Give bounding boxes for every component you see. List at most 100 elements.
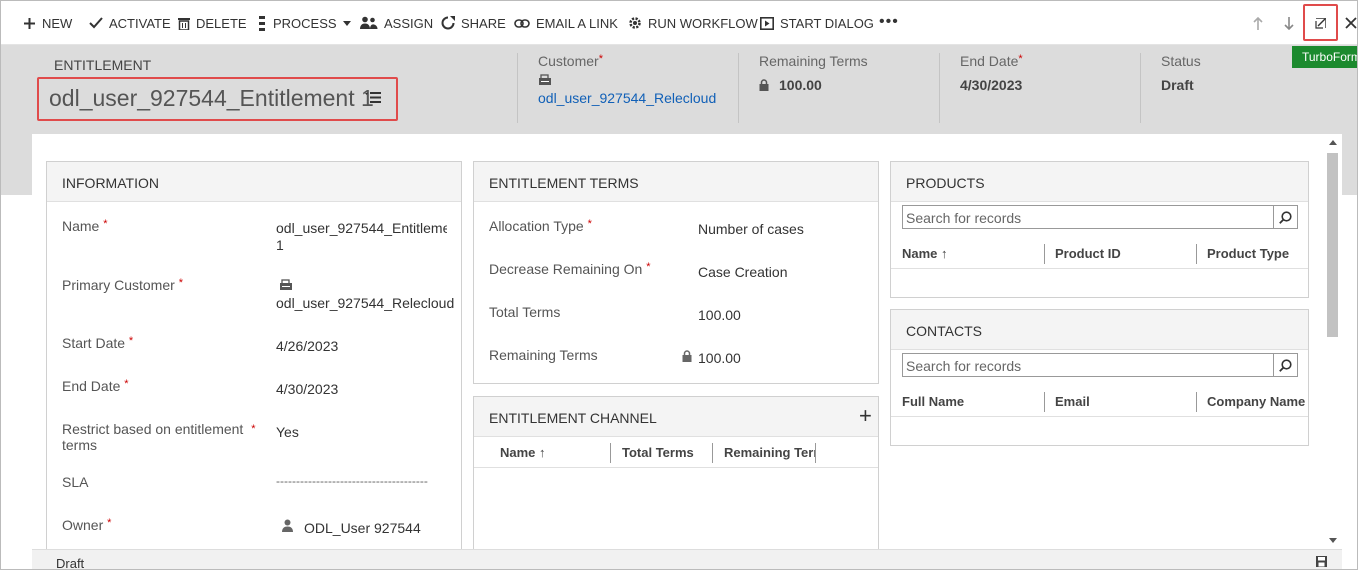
name-field[interactable]: odl_user_927544_Entitlement 1: [276, 220, 447, 254]
sla-field[interactable]: --------------------------------------: [276, 474, 447, 488]
scrollbar-thumb[interactable]: [1327, 153, 1338, 337]
column-company-name[interactable]: Company Name: [1207, 394, 1305, 409]
column-separator: [1044, 392, 1045, 412]
required-marker: *: [251, 423, 256, 435]
assign-button[interactable]: ASSIGN: [360, 14, 433, 32]
column-email[interactable]: Email: [1055, 394, 1090, 409]
run-workflow-button[interactable]: RUN WORKFLOW: [628, 14, 758, 32]
allocation-type-field[interactable]: Number of cases: [698, 221, 804, 237]
chevron-down-icon: [342, 20, 351, 26]
column-separator: [815, 443, 816, 463]
decrease-remaining-field[interactable]: Case Creation: [698, 264, 788, 280]
header-customer-link[interactable]: odl_user_927544_Relecloud: [538, 90, 716, 106]
share-icon: [441, 16, 455, 30]
status-bar: Draft: [32, 549, 1342, 570]
activate-button[interactable]: ACTIVATE: [89, 14, 171, 32]
process-button[interactable]: PROCESS: [257, 14, 351, 32]
header-status-value: Draft: [1161, 77, 1194, 93]
end-date-field[interactable]: 4/30/2023: [276, 381, 338, 397]
name-label: Name: [62, 218, 100, 234]
start-dialog-label: START DIALOG: [780, 15, 874, 31]
trash-icon: [178, 17, 190, 30]
check-icon: [89, 17, 103, 29]
dialog-play-icon: [760, 16, 774, 30]
required-marker: *: [124, 378, 129, 390]
header-end-date: End Date* 4/30/2023: [960, 53, 1023, 93]
information-title: INFORMATION: [47, 162, 461, 202]
start-date-label: Start Date: [62, 335, 126, 351]
turboforms-badge[interactable]: TurboForms: [1292, 46, 1357, 68]
header-remaining-terms-value: 100.00: [779, 77, 822, 93]
products-search-placeholder: Search for records: [906, 210, 1022, 226]
header-remaining-terms-label: Remaining Terms: [759, 53, 868, 69]
products-section: PRODUCTS Search for records Name ↑ Produ…: [890, 161, 1309, 298]
contacts-title: CONTACTS: [891, 310, 1308, 350]
total-terms-field[interactable]: 100.00: [698, 307, 741, 323]
lock-icon: [759, 79, 769, 91]
scroll-down-arrow-icon[interactable]: [1329, 538, 1337, 543]
assign-users-icon: [360, 16, 378, 29]
owner-link[interactable]: ODL_User 927544: [304, 520, 421, 536]
search-icon[interactable]: [1273, 206, 1297, 228]
primary-customer-label: Primary Customer: [62, 277, 175, 293]
delete-button[interactable]: DELETE: [178, 14, 247, 32]
name-value-line1: odl_user_927544_Entitlement: [276, 220, 447, 236]
entitlement-channel-title: ENTITLEMENT CHANNEL: [474, 397, 878, 437]
contacts-search-placeholder: Search for records: [906, 358, 1022, 374]
table-divider: [474, 467, 878, 468]
owner-label: Owner: [62, 517, 104, 533]
end-date-label: End Date: [62, 378, 121, 394]
share-button[interactable]: SHARE: [441, 14, 506, 32]
lock-icon: [682, 349, 692, 365]
restrict-field[interactable]: Yes: [276, 424, 299, 440]
search-icon[interactable]: [1273, 354, 1297, 376]
column-name[interactable]: Name ↑: [500, 445, 546, 460]
header-customer-label: Customer: [538, 53, 599, 69]
required-marker: *: [1018, 53, 1023, 65]
column-separator: [610, 443, 611, 463]
close-button[interactable]: [1341, 13, 1357, 33]
contacts-search-input[interactable]: Search for records: [902, 353, 1298, 377]
more-commands-button[interactable]: •••: [879, 13, 899, 31]
column-name[interactable]: Name ↑: [902, 246, 948, 261]
column-full-name[interactable]: Full Name: [902, 394, 964, 409]
primary-customer-link[interactable]: odl_user_927544_Relecloud: [276, 295, 454, 311]
header-separator: [939, 53, 940, 123]
arrow-up-icon: [1253, 16, 1263, 30]
decrease-remaining-label: Decrease Remaining On: [489, 261, 643, 277]
scroll-up-arrow-icon[interactable]: [1329, 140, 1337, 145]
column-separator: [1196, 392, 1197, 412]
information-section: INFORMATION Name * odl_user_927544_Entit…: [46, 161, 462, 569]
column-total-terms[interactable]: Total Terms: [622, 445, 694, 460]
start-dialog-button[interactable]: START DIALOG: [760, 14, 874, 32]
required-marker: *: [587, 218, 592, 230]
save-icon[interactable]: [1316, 556, 1327, 567]
email-link-button[interactable]: EMAIL A LINK: [514, 14, 618, 32]
previous-record-button[interactable]: [1248, 13, 1268, 33]
header-separator: [517, 53, 518, 123]
pop-out-highlight: [1303, 4, 1338, 41]
column-separator: [712, 443, 713, 463]
column-product-type[interactable]: Product Type: [1207, 246, 1289, 261]
assign-label: ASSIGN: [384, 15, 434, 31]
header-separator: [738, 53, 739, 123]
required-marker: *: [107, 517, 112, 529]
column-separator: [1044, 244, 1045, 264]
table-divider: [891, 268, 1308, 269]
start-date-field[interactable]: 4/26/2023: [276, 338, 338, 354]
new-button[interactable]: NEW: [23, 14, 72, 32]
required-marker: *: [178, 277, 183, 289]
run-workflow-label: RUN WORKFLOW: [648, 15, 758, 31]
add-channel-button[interactable]: +: [859, 405, 872, 427]
header-separator: [1140, 53, 1141, 123]
email-link-label: EMAIL A LINK: [536, 15, 618, 31]
remaining-terms-label: Remaining Terms: [489, 347, 598, 363]
header-remaining-terms: Remaining Terms 100.00: [759, 53, 868, 93]
next-record-button[interactable]: [1279, 13, 1299, 33]
column-product-id[interactable]: Product ID: [1055, 246, 1121, 261]
plus-icon: [24, 17, 35, 29]
products-search-input[interactable]: Search for records: [902, 205, 1298, 229]
footer-status-text: Draft: [56, 556, 85, 570]
sla-label: SLA: [62, 474, 89, 490]
column-remaining-terms[interactable]: Remaining Terms: [724, 445, 816, 460]
